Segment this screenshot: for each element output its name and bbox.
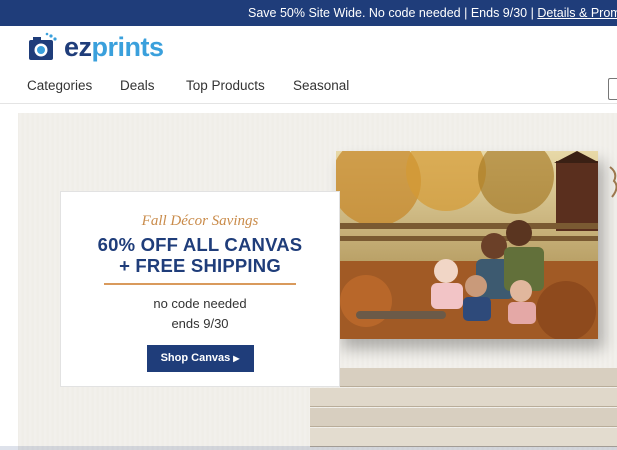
promo-details-link[interactable]: Details & Promotions: [537, 6, 617, 20]
family-autumn-canvas-photo[interactable]: [331, 131, 600, 341]
logo-text-prints: prints: [91, 31, 165, 62]
nav-deals[interactable]: Deals: [120, 78, 155, 93]
offer-headline-line2: + FREE SHIPPING: [119, 255, 281, 276]
search-input[interactable]: [608, 78, 617, 100]
wood-plank-shelf: [310, 368, 617, 450]
logo-text-ez: ez: [64, 31, 92, 62]
page-bottom-border: [0, 446, 617, 450]
offer-divider: [104, 283, 296, 285]
offer-card: Fall Décor Savings 60% OFF ALL CANVAS + …: [60, 191, 340, 387]
shop-canvas-label: Shop Canvas: [160, 352, 231, 364]
promo-content: Save 50% Site Wide. No code needed | End…: [248, 6, 617, 20]
offer-headline: 60% OFF ALL CANVAS + FREE SHIPPING: [61, 234, 339, 276]
offer-note-line1: no code needed: [153, 296, 247, 311]
promo-text: Save 50% Site Wide. No code needed | End…: [248, 6, 534, 20]
camera-icon: [27, 32, 59, 62]
hero-banner[interactable]: Fall Décor Savings 60% OFF ALL CANVAS + …: [18, 113, 617, 450]
shop-canvas-button[interactable]: Shop Canvas ▶: [146, 345, 254, 372]
nav-seasonal[interactable]: Seasonal: [293, 78, 349, 93]
offer-note-line2: ends 9/30: [171, 316, 229, 331]
offer-headline-line1: 60% OFF ALL CANVAS: [97, 234, 303, 255]
offer-subtitle: Fall Décor Savings: [141, 213, 259, 229]
logo-wordmark: ezprints: [64, 32, 164, 63]
caret-right-icon: ▶: [233, 354, 240, 363]
leaf-decoration: [609, 166, 617, 198]
offer-note: no code needed ends 9/30: [61, 294, 339, 334]
nav-top-products[interactable]: Top Products: [186, 78, 265, 93]
ezprints-logo[interactable]: ezprints: [27, 28, 164, 66]
promo-bar: Save 50% Site Wide. No code needed | End…: [0, 0, 617, 26]
main-nav: Categories Deals Top Products Seasonal: [0, 70, 617, 104]
nav-categories[interactable]: Categories: [27, 78, 92, 93]
